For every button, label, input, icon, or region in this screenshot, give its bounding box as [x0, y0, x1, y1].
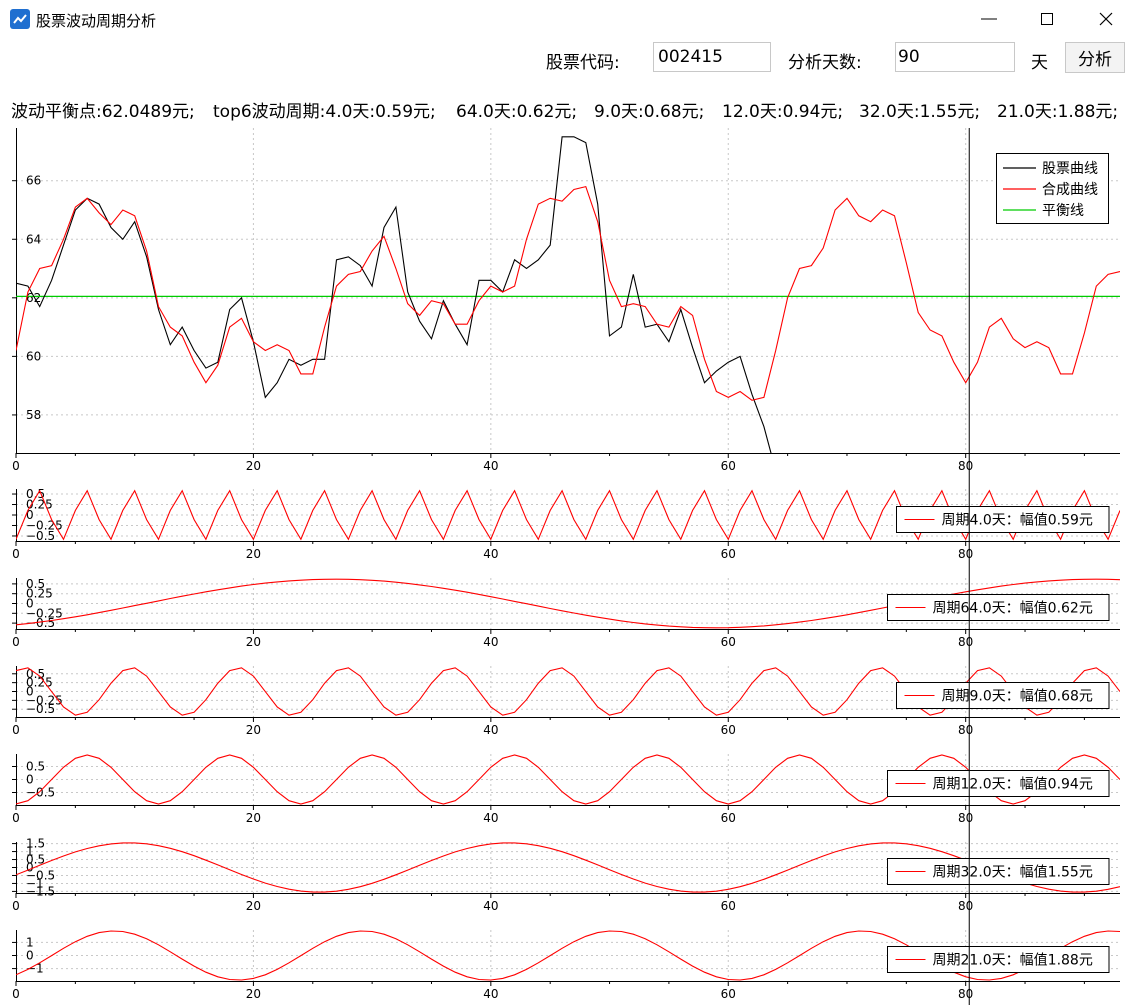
period-legend: 周期4.0天：幅值0.59元 [896, 506, 1110, 533]
x-tick-label: 0 [12, 811, 20, 825]
legend-label: 周期12.0天：幅值0.94元 [933, 777, 1093, 793]
legend-label: 周期4.0天：幅值0.59元 [942, 513, 1093, 529]
legend-label: 股票曲线 [1042, 161, 1098, 177]
x-tick-label: 0 [12, 635, 20, 649]
period-legend: 周期64.0天：幅值0.62元 [887, 594, 1110, 621]
chart-3: 0 20 40 60 80−0.5−0.2500.250.5周期64.0天：幅值0.62… [12, 577, 1120, 649]
x-tick-label: 80 [958, 547, 973, 561]
x-tick-label: 40 [483, 635, 498, 649]
x-tick-label: 80 [958, 723, 973, 737]
x-tick-label: 20 [246, 723, 261, 737]
x-tick-label: 40 [483, 987, 498, 1001]
x-tick-label: 20 [246, 899, 261, 913]
x-tick-label: 80 [958, 811, 973, 825]
x-tick-label: 40 [483, 459, 498, 473]
y-tick-label: 0.5 [26, 759, 45, 773]
x-tick-label: 0 [12, 987, 20, 1001]
x-tick-label: 80 [958, 635, 973, 649]
plot-area [16, 136, 1120, 453]
x-tick-label: 40 [483, 723, 498, 737]
chart-4: 0 20 40 60 80−0.5−0.2500.250.5周期9.0天：幅值0.68元 [12, 666, 1120, 737]
charts-area[interactable]: 0 20 40 60 80 58 60 62 64 66 股票曲线合成曲线平衡线 0 20 40 60 80 −… [0, 0, 1136, 1007]
period-legend: 周期21.0天：幅值1.88元 [887, 946, 1110, 973]
period-legend: 周期9.0天：幅值0.68元 [896, 682, 1110, 709]
legend-label: 周期64.0天：幅值0.62元 [933, 601, 1093, 617]
chart-7: 0 20 40 60 80−101周期21.0天：幅值1.88元 [12, 930, 1120, 1001]
x-tick-label: 0 [12, 459, 20, 473]
y-tick-label: 0.5 [26, 577, 45, 591]
x-tick-label: 0 [12, 899, 20, 913]
legend-label: 平衡线 [1042, 203, 1084, 219]
x-tick-label: 20 [246, 987, 261, 1001]
x-tick-label: 40 [483, 899, 498, 913]
y-tick-label: 0 [26, 773, 34, 787]
y-tick-label: 0 [26, 949, 34, 963]
x-tick-label: 80 [958, 987, 973, 1001]
chart-2: 0 20 40 60 80−0.5−0.2500.250.5周期4.0天：幅值0.59元 [12, 487, 1120, 561]
x-tick-label: 0 [12, 723, 20, 737]
y-tick-label: 64 [26, 232, 41, 246]
x-tick-label: 40 [483, 811, 498, 825]
y-tick-label: 66 [26, 174, 41, 188]
y-tick-label: 1 [26, 935, 34, 949]
legend-label: 周期21.0天：幅值1.88元 [933, 953, 1093, 969]
x-tick-label: 60 [721, 547, 736, 561]
x-tick-label: 20 [246, 459, 261, 473]
x-tick-label: 60 [721, 987, 736, 1001]
x-tick-label: 20 [246, 811, 261, 825]
y-tick-label: −0.5 [26, 786, 55, 800]
x-tick-label: 60 [721, 811, 736, 825]
period-legend: 周期12.0天：幅值0.94元 [887, 770, 1110, 797]
x-tick-label: 20 [246, 635, 261, 649]
chart-1: 0 20 40 60 80 58 60 62 64 66 股票曲线合成曲线平衡线 [12, 128, 1120, 473]
chart-6: 0 20 40 60 80−1.5−1−0.500.511.5周期32.0天：幅值1.5… [12, 837, 1120, 913]
x-tick-label: 60 [721, 459, 736, 473]
legend-label: 合成曲线 [1042, 182, 1098, 198]
chart-5: 0 20 40 60 80−0.500.5周期12.0天：幅值0.94元 [12, 754, 1120, 825]
x-tick-label: 40 [483, 547, 498, 561]
synthesized-curve [16, 185, 1120, 401]
x-tick-label: 0 [12, 547, 20, 561]
x-tick-label: 20 [246, 547, 261, 561]
x-tick-label: 80 [958, 459, 973, 473]
x-tick-label: 60 [721, 635, 736, 649]
x-tick-label: 60 [721, 723, 736, 737]
y-tick-label: 0.5 [26, 487, 45, 501]
legend-label: 周期9.0天：幅值0.68元 [942, 689, 1093, 705]
y-tick-label: 1.5 [26, 837, 45, 851]
main-legend: 股票曲线合成曲线平衡线 [996, 153, 1109, 224]
y-tick-label: 62 [26, 291, 41, 305]
stock-curve [16, 136, 772, 453]
y-tick-label: 60 [26, 349, 41, 363]
y-tick-label: 58 [26, 408, 41, 422]
legend-label: 周期32.0天：幅值1.55元 [933, 865, 1093, 881]
x-tick-label: 60 [721, 899, 736, 913]
x-tick-label: 80 [958, 899, 973, 913]
app-window: 股票波动周期分析 股票代码: 分析天数: 天 分析 波动平衡点:62.0489元… [0, 0, 1136, 1007]
period-legend: 周期32.0天：幅值1.55元 [887, 858, 1110, 885]
